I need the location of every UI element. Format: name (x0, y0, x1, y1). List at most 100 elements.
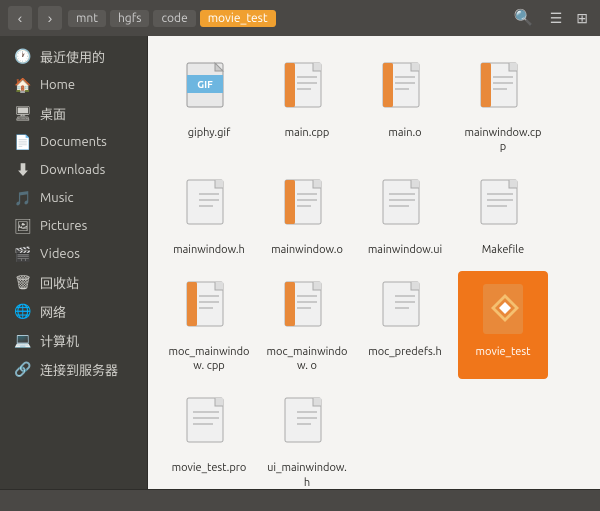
documents-icon: 📄 (14, 133, 32, 151)
file-icon-cpp (283, 61, 331, 119)
videos-icon: 🎬 (14, 245, 32, 263)
svg-text:GIF: GIF (197, 79, 213, 90)
breadcrumb-item-hgfs[interactable]: hgfs (110, 10, 150, 27)
breadcrumb-item-code[interactable]: code (153, 10, 195, 27)
sidebar-item-connect[interactable]: 🔗 连接到服务器 (0, 355, 147, 384)
file-item[interactable]: moc_predefs.h (360, 271, 450, 380)
sidebar-item-computer[interactable]: 💻 计算机 (0, 326, 147, 355)
connect-icon: 🔗 (14, 361, 32, 379)
file-item[interactable]: main.cpp (262, 52, 352, 161)
file-icon-wrapper (473, 58, 533, 122)
file-icon-wrapper (179, 277, 239, 341)
file-label: movie_test.pro (172, 461, 247, 475)
sidebar-label-downloads: Downloads (40, 163, 105, 177)
file-icon-pro (185, 396, 233, 454)
sidebar-item-trash[interactable]: 🗑 回收站 (0, 268, 147, 297)
file-label: giphy.gif (188, 126, 231, 140)
breadcrumb-item-mnt[interactable]: mnt (68, 10, 106, 27)
breadcrumb-item-movie_test[interactable]: movie_test (200, 10, 276, 27)
file-item[interactable]: mainwindow.ui (360, 169, 450, 263)
file-icon-obj (283, 178, 331, 236)
file-icon-obj (283, 280, 331, 338)
sidebar-label-videos: Videos (40, 247, 80, 261)
sidebar-item-videos[interactable]: 🎬 Videos (0, 240, 147, 268)
file-icon-h (381, 280, 429, 338)
list-view-button[interactable]: ☰ (546, 8, 567, 29)
back-button[interactable]: ‹ (8, 6, 32, 30)
file-label: ui_mainwindow.h (266, 461, 348, 489)
forward-button[interactable]: › (38, 6, 62, 30)
sidebar-item-pictures[interactable]: 🖼 Pictures (0, 212, 147, 240)
recent-icon: 🕐 (14, 48, 32, 66)
file-item[interactable]: movie_test (458, 271, 548, 380)
file-icon-wrapper: GIF (179, 58, 239, 122)
file-icon-h (283, 396, 331, 454)
file-item[interactable]: movie_test.pro (164, 387, 254, 489)
file-icon-wrapper (277, 393, 337, 457)
breadcrumb: mnthgfscode movie_test (68, 10, 502, 27)
file-item[interactable]: mainwindow.o (262, 169, 352, 263)
sidebar-item-network[interactable]: 🌐 网络 (0, 297, 147, 326)
downloads-icon: ⬇ (14, 161, 32, 179)
titlebar: ‹ › mnthgfscode movie_test 🔍 ☰ ⊞ (0, 0, 600, 36)
file-icon-cpp (185, 280, 233, 338)
sidebar-item-downloads[interactable]: ⬇ Downloads (0, 156, 147, 184)
file-icon-gif: GIF (185, 61, 233, 119)
file-item[interactable]: main.o (360, 52, 450, 161)
pictures-icon: 🖼 (14, 217, 32, 235)
file-item[interactable]: ui_mainwindow.h (262, 387, 352, 489)
sidebar-label-recent: 最近使用的 (40, 47, 105, 66)
file-label: moc_predefs.h (368, 345, 442, 359)
file-manager-window: ‹ › mnthgfscodemovie_test 🔍 ☰ ⊞ 🕐 最近使用的🏠… (0, 0, 600, 511)
desktop-icon: 🖥 (14, 105, 32, 123)
file-item[interactable]: GIF giphy.gif (164, 52, 254, 161)
network-icon: 🌐 (14, 303, 32, 321)
statusbar (0, 489, 600, 511)
file-label: mainwindow.h (173, 243, 245, 257)
file-icon-make (479, 178, 527, 236)
file-icon-wrapper (375, 175, 435, 239)
trash-icon: 🗑 (14, 274, 32, 292)
file-label: main.o (388, 126, 421, 140)
file-icon-h (185, 178, 233, 236)
sidebar-label-desktop: 桌面 (40, 104, 66, 123)
sidebar-label-music: Music (40, 191, 74, 205)
file-icon-ui (381, 178, 429, 236)
file-icon-wrapper (179, 393, 239, 457)
sidebar-item-documents[interactable]: 📄 Documents (0, 128, 147, 156)
grid-view-button[interactable]: ⊞ (572, 8, 592, 29)
file-item[interactable]: mainwindow.cpp (458, 52, 548, 161)
file-label: movie_test (476, 345, 531, 359)
sidebar: 🕐 最近使用的🏠 Home🖥 桌面📄 Documents⬇ Downloads🎵… (0, 36, 148, 489)
file-icon-wrapper (375, 277, 435, 341)
sidebar-item-desktop[interactable]: 🖥 桌面 (0, 99, 147, 128)
main-area: 🕐 最近使用的🏠 Home🖥 桌面📄 Documents⬇ Downloads🎵… (0, 36, 600, 489)
sidebar-label-connect: 连接到服务器 (40, 360, 118, 379)
file-icon-wrapper (473, 277, 533, 341)
file-icon-wrapper (277, 58, 337, 122)
file-label: mainwindow.ui (368, 243, 442, 257)
sidebar-item-recent[interactable]: 🕐 最近使用的 (0, 42, 147, 71)
file-label: moc_mainwindow. cpp (168, 345, 250, 374)
sidebar-label-documents: Documents (40, 135, 107, 149)
file-icon-wrapper (473, 175, 533, 239)
search-button[interactable]: 🔍 (508, 6, 540, 30)
file-icon-wrapper (179, 175, 239, 239)
file-icon-obj (381, 61, 429, 119)
file-label: mainwindow.o (271, 243, 343, 257)
file-label: moc_mainwindow. o (266, 345, 348, 374)
sidebar-label-pictures: Pictures (40, 219, 87, 233)
sidebar-label-network: 网络 (40, 302, 66, 321)
file-icon-exec (479, 280, 527, 338)
sidebar-label-computer: 计算机 (40, 331, 79, 350)
sidebar-item-home[interactable]: 🏠 Home (0, 71, 147, 99)
computer-icon: 💻 (14, 332, 32, 350)
file-item[interactable]: moc_mainwindow. cpp (164, 271, 254, 380)
sidebar-item-music[interactable]: 🎵 Music (0, 184, 147, 212)
file-icon-wrapper (375, 58, 435, 122)
home-icon: 🏠 (14, 76, 32, 94)
file-item[interactable]: moc_mainwindow. o (262, 271, 352, 380)
file-item[interactable]: mainwindow.h (164, 169, 254, 263)
file-item[interactable]: Makefile (458, 169, 548, 263)
sidebar-label-home: Home (40, 78, 75, 92)
